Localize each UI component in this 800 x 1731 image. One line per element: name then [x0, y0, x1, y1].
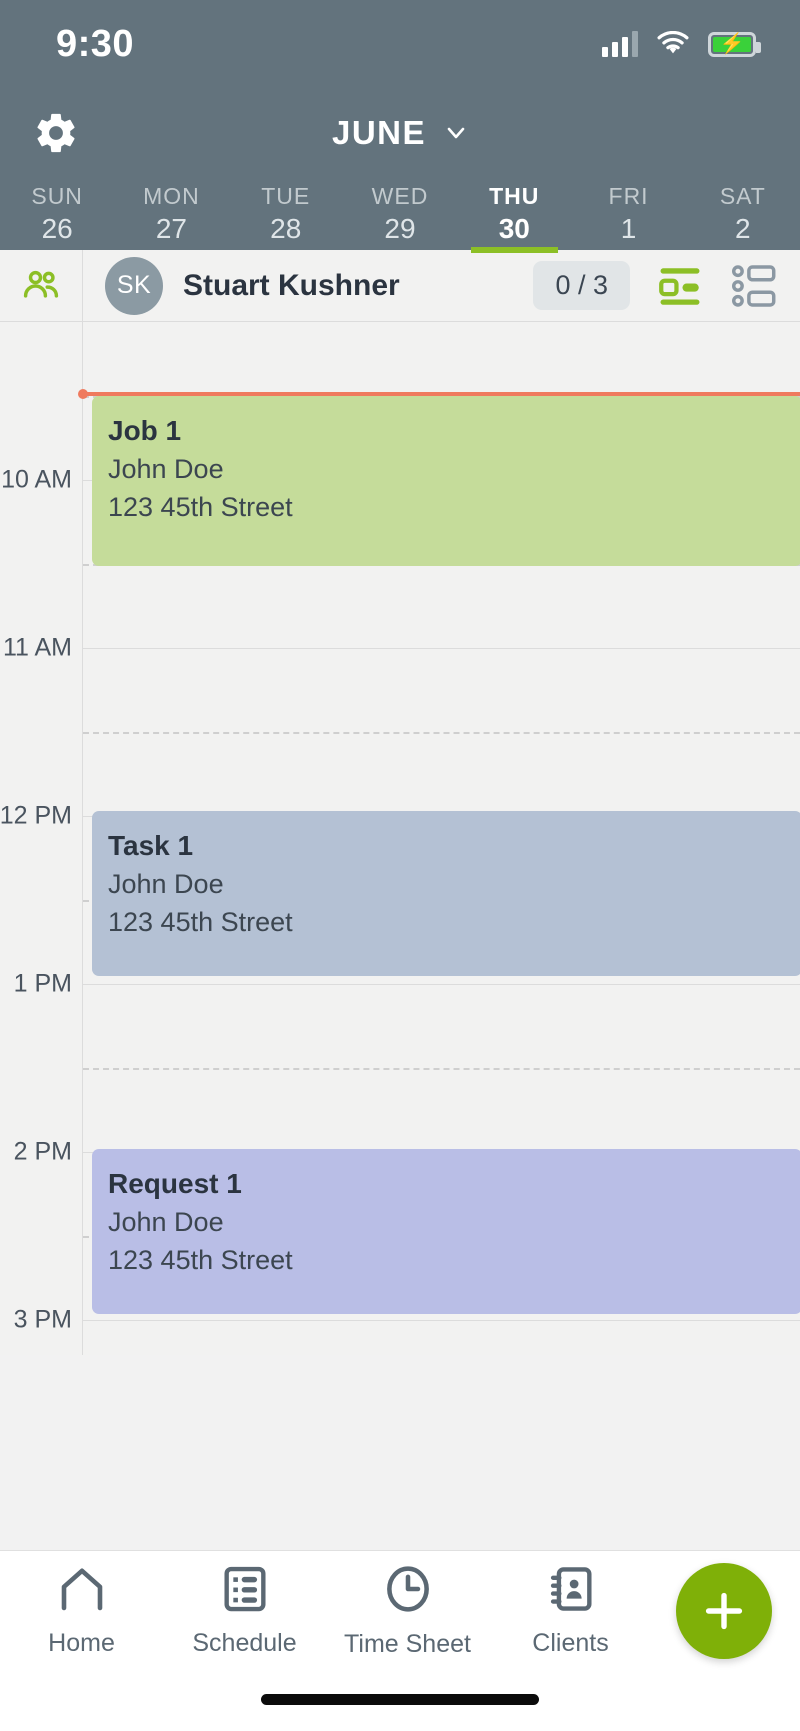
month-selector[interactable]: JUNE [332, 114, 468, 152]
event-title: Job 1 [108, 415, 182, 446]
calendar-event-job[interactable]: Job 1 John Doe 123 45th Street [92, 396, 800, 566]
week-day-thu[interactable]: THU 30 [457, 178, 571, 253]
status-time: 9:30 [56, 22, 135, 65]
event-client: John Doe [108, 1206, 224, 1237]
address-book-icon [546, 1564, 596, 1619]
tab-label: Schedule [192, 1629, 297, 1657]
week-day-name: TUE [261, 183, 311, 210]
calendar-event-task[interactable]: Task 1 John Doe 123 45th Street [92, 811, 800, 976]
hour-label: 11 AM [2, 633, 72, 662]
tab-label: Home [48, 1629, 115, 1657]
calendar-grid[interactable]: 10 AM 11 AM 12 PM 1 PM 2 PM 3 PM Job 1 John Do… [0, 322, 800, 1355]
bottom-tab-bar: Home Schedule Time Sheet Clients [0, 1550, 800, 1731]
week-day-number: 30 [498, 212, 530, 244]
address-book-icon [550, 1567, 592, 1611]
hour-label: 2 PM [13, 1137, 72, 1166]
tab-time-sheet[interactable]: Time Sheet [326, 1551, 489, 1671]
status-bar: 9:30 ⚡ [0, 0, 800, 88]
add-button[interactable] [676, 1563, 772, 1659]
user-name: Stuart Kushner [183, 268, 400, 302]
day-view-button[interactable] [656, 262, 704, 310]
week-day-name: SUN [31, 183, 83, 210]
home-icon [56, 1564, 108, 1619]
week-day-name: MON [143, 183, 200, 210]
event-address: 123 45th Street [108, 907, 293, 938]
hour-label: 10 AM [1, 465, 72, 494]
week-day-number: 2 [735, 212, 751, 244]
week-day-name: THU [489, 183, 540, 210]
list-view-button[interactable] [730, 262, 778, 310]
week-day-sat[interactable]: SAT 2 [686, 178, 800, 250]
week-day-number: 26 [41, 212, 73, 244]
week-day-name: FRI [608, 183, 649, 210]
day-view-icon [659, 267, 700, 305]
event-title: Request 1 [108, 1168, 242, 1199]
cellular-bars-icon [602, 31, 638, 57]
calendar-event-request[interactable]: Request 1 John Doe 123 45th Street [92, 1149, 800, 1314]
wifi-icon [657, 31, 689, 54]
event-client: John Doe [108, 868, 224, 899]
app-screen: 9:30 ⚡ JUNE SUN 26 MON 27 TUE 28 WED 29 … [0, 0, 800, 1731]
week-day-fri[interactable]: FRI 1 [571, 178, 685, 250]
calendar-events: Job 1 John Doe 123 45th Street Task 1 John D… [83, 322, 800, 1355]
event-title: Task 1 [108, 830, 194, 861]
tab-home[interactable]: Home [0, 1551, 163, 1671]
list-view-icon [732, 264, 776, 307]
tab-label: Clients [532, 1629, 609, 1657]
week-day-mon[interactable]: MON 27 [114, 178, 228, 250]
week-day-number: 28 [270, 212, 302, 244]
week-day-wed[interactable]: WED 29 [343, 178, 457, 250]
month-label: JUNE [331, 114, 427, 151]
clock-icon [382, 1563, 434, 1620]
home-icon [61, 1568, 102, 1611]
home-indicator [261, 1694, 539, 1705]
chevron-down-icon [447, 127, 465, 139]
people-filter-button[interactable] [0, 250, 83, 321]
avatar: SK [105, 256, 163, 315]
clock-icon [386, 1566, 429, 1612]
people-icon [23, 270, 59, 298]
gear-icon [37, 113, 75, 153]
user-row-actions: 0 / 3 [533, 261, 800, 310]
event-client: John Doe [108, 453, 224, 484]
job-count-badge[interactable]: 0 / 3 [533, 261, 630, 310]
list-icon [223, 1566, 266, 1612]
list-icon [220, 1564, 270, 1619]
hour-label: 12 PM [0, 801, 72, 830]
week-day-number: 27 [155, 212, 187, 244]
month-header: JUNE [0, 88, 800, 178]
week-day-number: 29 [384, 212, 416, 244]
hour-label: 1 PM [13, 969, 72, 998]
week-day-sun[interactable]: SUN 26 [0, 178, 114, 250]
week-day-number: 1 [620, 212, 637, 244]
time-gutter: 10 AM 11 AM 12 PM 1 PM 2 PM 3 PM [0, 322, 83, 1355]
user-row: SK Stuart Kushner 0 / 3 [0, 250, 800, 322]
settings-button[interactable] [28, 105, 84, 161]
user-info[interactable]: SK Stuart Kushner [83, 256, 533, 315]
week-strip: SUN 26 MON 27 TUE 28 WED 29 THU 30 FRI 1 SAT 2 [0, 178, 800, 253]
tab-label: Time Sheet [344, 1630, 471, 1658]
event-address: 123 45th Street [108, 1245, 293, 1276]
plus-icon [705, 1592, 743, 1630]
week-day-tue[interactable]: TUE 28 [229, 178, 343, 250]
hour-label: 3 PM [13, 1305, 72, 1334]
battery-charging-icon: ⚡ [708, 31, 761, 57]
tab-schedule[interactable]: Schedule [163, 1551, 326, 1671]
week-day-name: SAT [719, 183, 766, 210]
status-icons: ⚡ [602, 31, 761, 57]
event-address: 123 45th Street [108, 492, 293, 523]
tab-clients[interactable]: Clients [489, 1551, 652, 1671]
week-day-name: WED [371, 183, 429, 210]
